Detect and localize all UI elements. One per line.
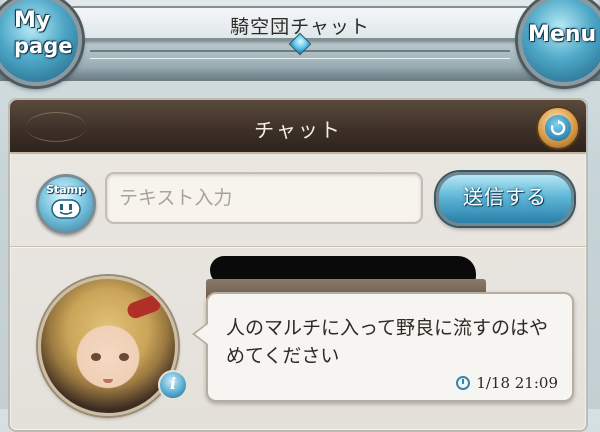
chat-title: チャット — [254, 118, 342, 142]
hair-ribbon — [125, 293, 163, 321]
refresh-button[interactable] — [536, 106, 580, 150]
message-time: 1/18 21:09 — [476, 374, 558, 392]
bubble-tail — [192, 322, 208, 346]
send-button[interactable]: 送信する — [436, 172, 574, 226]
mypage-label-line1: My — [14, 8, 51, 33]
info-icon[interactable]: i — [158, 370, 188, 400]
avatar-eye-right — [119, 353, 129, 361]
clock-icon — [456, 376, 471, 390]
chat-text-input[interactable] — [105, 172, 423, 224]
avatar-mouth — [103, 379, 113, 383]
smiley-icon — [51, 199, 81, 219]
avatar-eye-left — [91, 353, 101, 361]
message-text: 人のマルチに入って野良に流すのはやめてください — [226, 317, 549, 367]
menu-label: Menu — [528, 22, 597, 47]
message-timestamp: 1/18 21:09 — [456, 374, 558, 392]
panel-divider — [10, 246, 586, 248]
stamp-label: Stamp — [46, 183, 86, 196]
chat-panel-header: チャット — [10, 100, 586, 154]
avatar[interactable] — [38, 276, 178, 416]
refresh-icon — [545, 115, 571, 141]
stamp-button[interactable]: Stamp — [36, 174, 96, 234]
mypage-label-line2: page — [14, 34, 73, 58]
top-header: 騎空団チャット — [0, 0, 600, 81]
message-bubble: 人のマルチに入って野良に流すのはやめてください 1/18 21:09 — [192, 292, 574, 402]
